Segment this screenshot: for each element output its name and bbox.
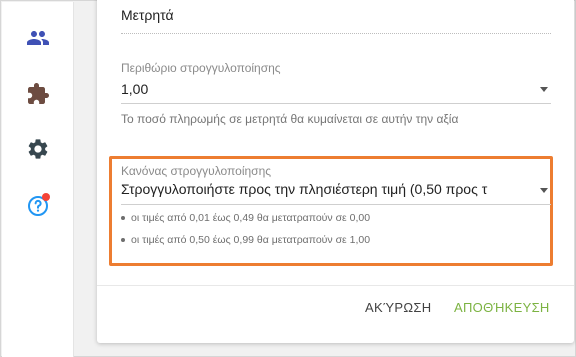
chevron-down-icon: [540, 188, 548, 193]
payment-type-underline: [121, 33, 551, 34]
cancel-button[interactable]: ΑΚΎΡΩΣΗ: [365, 300, 431, 315]
rounding-margin-field: Περιθώριο στρογγυλοποίησης 1,00 Το ποσό …: [121, 61, 551, 131]
rounding-margin-hint: Το ποσό πληρωμής σε μετρητά θα κυμαίνετα…: [121, 112, 459, 126]
notification-badge: [42, 193, 50, 201]
payment-type-value: Μετρητά: [121, 7, 174, 23]
sidebar-item-help[interactable]: [24, 192, 52, 220]
rounding-rule-select[interactable]: Στρογγυλοποιήστε προς την πλησιέστερη τι…: [121, 177, 551, 203]
puzzle-icon: [26, 82, 50, 106]
settings-dialog: Μετρητά Περιθώριο στρογγυλοποίησης 1,00 …: [97, 0, 574, 343]
chevron-down-icon: [540, 87, 548, 92]
rounding-margin-underline: [121, 103, 551, 104]
sidebar-item-extensions[interactable]: [24, 80, 52, 108]
window-frame: Μετρητά Περιθώριο στρογγυλοποίησης 1,00 …: [0, 0, 576, 357]
people-icon: [26, 26, 50, 50]
footer-divider: [97, 285, 574, 286]
sidebar-item-settings[interactable]: [24, 135, 52, 163]
sidebar-item-users[interactable]: [24, 24, 52, 52]
sidebar: [2, 2, 74, 357]
rounding-margin-select[interactable]: 1,00: [121, 77, 551, 101]
list-item: οι τιμές από 0,50 έως 0,99 θα μετατραπού…: [121, 233, 541, 255]
gear-icon: [26, 137, 50, 161]
rounding-rule-value: Στρογγυλοποιήστε προς την πλησιέστερη τι…: [121, 181, 488, 197]
rounding-rule-label: Κανόνας στρογγυλοποίησης: [121, 164, 272, 178]
rounding-rule-field: Κανόνας στρογγυλοποίησης Στρογγυλοποιήστ…: [121, 164, 551, 208]
payment-type-field[interactable]: Μετρητά: [121, 0, 551, 39]
save-button[interactable]: ΑΠΟΘΉΚΕΥΣΗ: [454, 300, 550, 315]
list-item: οι τιμές από 0,01 έως 0,49 θα μετατραπού…: [121, 211, 541, 233]
rounding-rule-details: οι τιμές από 0,01 έως 0,49 θα μετατραπού…: [121, 211, 541, 255]
rounding-rule-underline: [121, 204, 551, 205]
rounding-margin-value: 1,00: [121, 81, 149, 97]
rounding-margin-label: Περιθώριο στρογγυλοποίησης: [121, 61, 281, 75]
